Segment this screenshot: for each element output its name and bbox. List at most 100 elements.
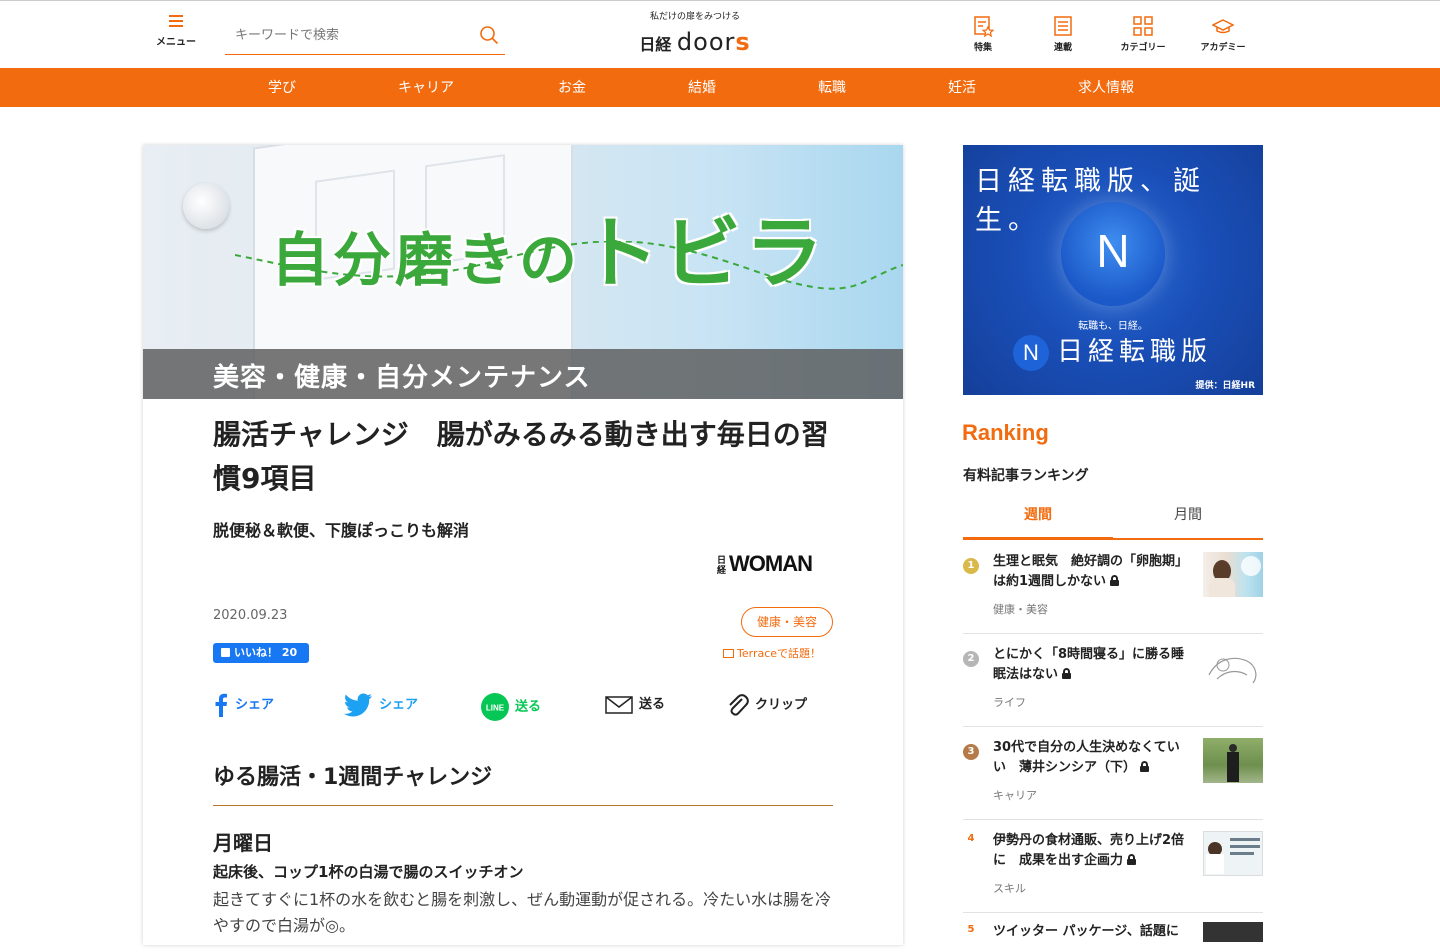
ad-small-text: 転職も、日経。 xyxy=(1078,321,1148,332)
logo-doors: doors xyxy=(676,28,751,56)
ranking-item-title: とにかく「8時間寝る」に勝る睡眠法はない xyxy=(993,647,1185,682)
nav-category[interactable]: カテゴリー xyxy=(1108,15,1178,53)
facebook-like-button[interactable]: いいね！ 20 xyxy=(213,643,309,663)
article-banner: 自分磨きのトビラ 美容・健康・自分メンテナンス xyxy=(143,145,903,399)
share-clip[interactable]: クリップ xyxy=(727,693,807,721)
thumbs-up-icon xyxy=(221,648,230,657)
twitter-icon xyxy=(343,693,372,717)
lock-icon xyxy=(1110,575,1120,586)
rank-number: 4 xyxy=(967,833,975,844)
rank-badge: 2 xyxy=(963,651,979,667)
door-knob-image xyxy=(183,183,229,229)
nav-series-label: 連載 xyxy=(1053,43,1072,53)
mail-icon xyxy=(605,695,633,714)
line-icon: LINE xyxy=(481,693,509,721)
ad-credit: 提供：日経HR xyxy=(1195,381,1255,391)
search-input[interactable]: キーワードで検索 xyxy=(225,15,505,55)
menu-button[interactable]: メニュー xyxy=(150,15,202,48)
publish-date: 2020.09.23 xyxy=(213,608,288,623)
rank-number: 5 xyxy=(967,924,975,935)
ranking-item-title: ツイッター パッケージ、話題に xyxy=(993,924,1179,939)
ranking-item-thumbnail xyxy=(1203,922,1263,942)
ad-logo: N 日経転職版 xyxy=(1013,331,1212,371)
ranking-item[interactable]: 5 ツイッター パッケージ、話題に xyxy=(963,922,1263,952)
ranking-item-title: 30代で自分の人生決めなくていい 薄井シンシア（下） xyxy=(993,740,1180,775)
ranking-item[interactable]: 1 生理と眠気 絶好調の「卵胞期」は約1週間しかない 健康・美容 xyxy=(963,552,1263,634)
category-marriage[interactable]: 結婚 xyxy=(688,77,716,97)
ranking-tabs: 週間 月間 xyxy=(963,496,1263,540)
ranking-item[interactable]: 4 伊勢丹の食材通販、売り上げ2倍に 成果を出す企画力 スキル xyxy=(963,831,1263,913)
category-job-change[interactable]: 転職 xyxy=(818,77,846,97)
logo-mark: 日経 doors xyxy=(630,28,760,56)
article-subtitle: 脱便秘＆軟便、下腹ぽっこりも解消 xyxy=(213,521,470,540)
category-career[interactable]: キャリア xyxy=(398,77,454,97)
nav-feature[interactable]: 特集 xyxy=(948,15,1018,53)
terrace-link[interactable]: Terraceで話題！ xyxy=(723,645,821,661)
menu-label: メニュー xyxy=(156,37,196,48)
category-learning[interactable]: 学び xyxy=(268,77,296,97)
category-money[interactable]: お金 xyxy=(558,77,586,97)
logo-tagline: 私だけの扉をみつける xyxy=(649,12,740,22)
rank-badge: 3 xyxy=(963,744,979,760)
category-nav: 学び キャリア お金 結婚 転職 妊活 求人情報 xyxy=(0,68,1440,107)
dashed-wave xyxy=(235,241,903,290)
academy-icon xyxy=(1212,19,1234,34)
ranking-item-category: スキル xyxy=(993,882,1026,895)
banner-band-text: 美容・健康・自分メンテナンス xyxy=(213,363,591,393)
search-placeholder: キーワードで検索 xyxy=(235,28,340,43)
category-fertility[interactable]: 妊活 xyxy=(948,77,976,97)
category-jobs[interactable]: 求人情報 xyxy=(1078,77,1134,97)
logo-nikkei: 日経 xyxy=(639,35,672,54)
tab-weekly[interactable]: 週間 xyxy=(963,504,1113,539)
site-header: メニュー キーワードで検索 私だけの扉をみつける 日経 doors 特集 連載 … xyxy=(0,1,1440,68)
ranking-item-title: 生理と眠気 絶好調の「卵胞期」は約1週間しかない xyxy=(993,554,1189,589)
share-line[interactable]: LINE 送る xyxy=(481,693,541,721)
ranking-item-thumbnail xyxy=(1203,831,1263,876)
site-logo[interactable]: 私だけの扉をみつける 日経 doors xyxy=(630,9,760,56)
lock-icon xyxy=(1140,761,1150,772)
hamburger-icon xyxy=(169,15,183,27)
series-icon xyxy=(1054,16,1072,36)
clip-icon xyxy=(729,694,749,716)
ranking-item-category: キャリア xyxy=(993,789,1037,802)
ranking-item[interactable]: 3 30代で自分の人生決めなくていい 薄井シンシア（下） キャリア xyxy=(963,738,1263,820)
search-icon[interactable] xyxy=(479,25,499,45)
share-facebook[interactable]: シェア xyxy=(213,693,274,721)
ranking-item[interactable]: 2 とにかく「8時間寝る」に勝る睡眠法はない ライフ xyxy=(963,645,1263,727)
feature-icon xyxy=(974,16,994,37)
day-heading: 月曜日 xyxy=(213,831,273,855)
publication-logo[interactable]: 日経 WOMAN xyxy=(717,551,813,577)
nav-series[interactable]: 連載 xyxy=(1028,15,1098,53)
ranking-item-thumbnail xyxy=(1203,645,1263,690)
ranking-subheading: 有料記事ランキング xyxy=(963,468,1089,484)
ranking-heading: Ranking xyxy=(962,420,1049,445)
nav-academy[interactable]: アカデミー xyxy=(1188,15,1258,53)
terrace-icon xyxy=(723,649,734,658)
share-mail[interactable]: 送る xyxy=(605,693,665,721)
day-subheading: 起床後、コップ1杯の白湯で腸のスイッチオン xyxy=(213,863,524,881)
ranking-item-thumbnail xyxy=(1203,738,1263,783)
ranking-item-title: 伊勢丹の食材通販、売り上げ2倍に 成果を出す企画力 xyxy=(993,833,1185,868)
share-twitter[interactable]: シェア xyxy=(343,693,418,721)
ranking-item-category: ライフ xyxy=(993,696,1026,709)
nav-category-label: カテゴリー xyxy=(1120,43,1166,53)
nikkei-tenshoku-ad[interactable]: 日経転職版、誕生。 N 転職も、日経。 N 日経転職版 提供：日経HR xyxy=(963,145,1263,395)
ad-n-circle: N xyxy=(1061,202,1165,306)
section-heading: ゆる腸活・1週間チャレンジ xyxy=(213,759,833,806)
nav-feature-label: 特集 xyxy=(973,43,992,53)
lock-icon xyxy=(1127,854,1137,865)
svg-text:LINE: LINE xyxy=(486,704,505,713)
lock-icon xyxy=(1062,668,1072,679)
facebook-icon xyxy=(215,693,227,717)
category-icon xyxy=(1133,16,1153,36)
article-card: 自分磨きのトビラ 美容・健康・自分メンテナンス 腸活チャレンジ 腸がみるみる動き… xyxy=(143,145,903,945)
nav-academy-label: アカデミー xyxy=(1200,43,1246,53)
banner-band: 美容・健康・自分メンテナンス xyxy=(143,349,903,399)
rank-badge: 1 xyxy=(963,558,979,574)
article-body: 起きてすぐに1杯の水を飲むと腸を刺激し、ぜん動運動が促される。冷たい水は腸を冷や… xyxy=(213,890,832,935)
category-tag[interactable]: 健康・美容 xyxy=(741,607,833,637)
ranking-item-category: 健康・美容 xyxy=(993,603,1048,616)
ranking-item-thumbnail xyxy=(1203,552,1263,597)
article-title: 腸活チャレンジ 腸がみるみる動き出す毎日の習慣9項目 xyxy=(213,418,829,495)
tab-monthly[interactable]: 月間 xyxy=(1113,504,1263,524)
